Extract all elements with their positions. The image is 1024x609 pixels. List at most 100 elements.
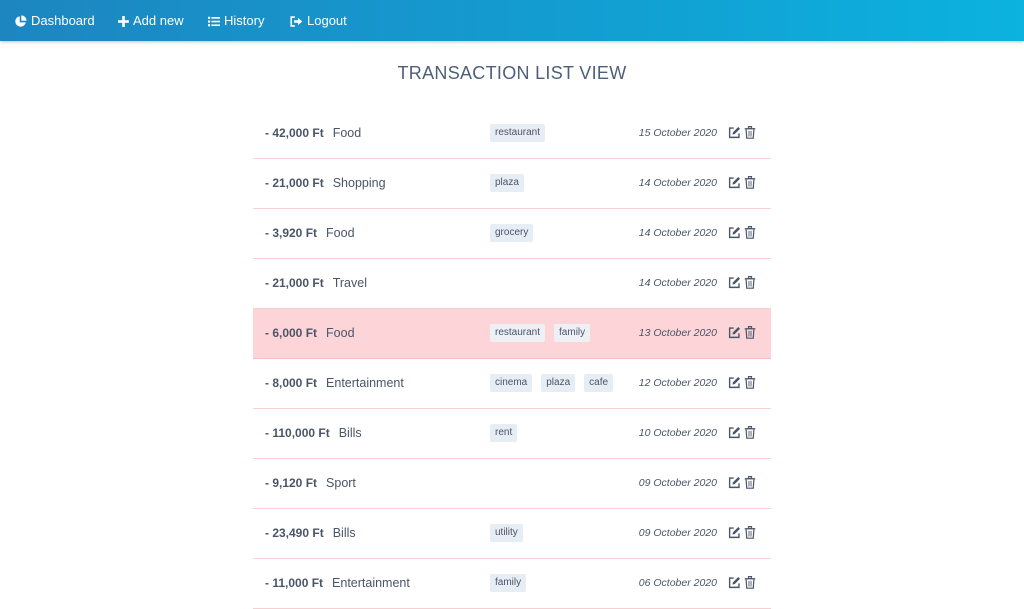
edit-button[interactable] bbox=[728, 226, 741, 244]
edit-button[interactable] bbox=[728, 576, 741, 594]
row-actions bbox=[728, 226, 756, 244]
nav-logout-label: Logout bbox=[307, 13, 347, 28]
trash-icon bbox=[744, 476, 756, 489]
trash-icon bbox=[744, 426, 756, 439]
transaction-amount-value: - 21,000 Ft bbox=[265, 176, 324, 190]
tag-badge[interactable]: cinema bbox=[490, 374, 533, 392]
transaction-row[interactable]: - 42,000 Ft Food restaurant 15 October 2020 bbox=[253, 109, 771, 159]
transaction-category: Bills bbox=[338, 426, 362, 440]
delete-button[interactable] bbox=[744, 526, 756, 544]
edit-icon bbox=[728, 476, 741, 489]
transaction-date: 09 October 2020 bbox=[638, 527, 717, 539]
trash-icon bbox=[744, 526, 756, 539]
row-actions bbox=[728, 126, 756, 144]
transaction-amount-value: - 110,000 Ft bbox=[265, 426, 330, 440]
transaction-amount-value: - 21,000 Ft bbox=[265, 276, 324, 290]
delete-button[interactable] bbox=[744, 376, 756, 394]
transaction-category: Food bbox=[326, 226, 355, 240]
transaction-date: 14 October 2020 bbox=[638, 227, 717, 239]
transaction-category: Entertainment bbox=[332, 576, 410, 590]
transaction-date: 09 October 2020 bbox=[638, 477, 717, 489]
transaction-category: Travel bbox=[332, 276, 367, 290]
edit-button[interactable] bbox=[728, 426, 741, 444]
delete-button[interactable] bbox=[744, 476, 756, 494]
transaction-row[interactable]: - 23,490 Ft Bills utility 09 October 2020 bbox=[253, 509, 771, 559]
edit-button[interactable] bbox=[728, 276, 741, 294]
trash-icon bbox=[744, 226, 756, 239]
transaction-amount: - 21,000 Ft Shopping bbox=[265, 176, 386, 190]
delete-button[interactable] bbox=[744, 126, 756, 144]
transaction-row[interactable]: - 21,000 Ft Shopping plaza 14 October 2020 bbox=[253, 159, 771, 209]
nav-add-new-label: Add new bbox=[133, 13, 184, 28]
nav-history-label: History bbox=[224, 13, 265, 28]
delete-button[interactable] bbox=[744, 576, 756, 594]
delete-button[interactable] bbox=[744, 276, 756, 294]
transaction-category: Food bbox=[326, 326, 355, 340]
nav-add-new-link[interactable]: Add new bbox=[118, 12, 184, 30]
transaction-row[interactable]: - 6,000 Ft Food restaurant family 13 October… bbox=[253, 309, 771, 359]
transaction-tags: restaurant bbox=[490, 124, 554, 142]
row-actions bbox=[728, 476, 756, 494]
edit-icon bbox=[728, 126, 741, 139]
edit-button[interactable] bbox=[728, 176, 741, 194]
transaction-amount: - 8,000 Ft Entertainment bbox=[265, 376, 404, 390]
edit-icon bbox=[728, 226, 741, 239]
row-actions bbox=[728, 176, 756, 194]
trash-icon bbox=[744, 326, 756, 339]
top-navbar: Dashboard Add new History Logout bbox=[0, 0, 1024, 41]
edit-button[interactable] bbox=[728, 376, 741, 394]
delete-button[interactable] bbox=[744, 176, 756, 194]
row-actions bbox=[728, 326, 756, 344]
transaction-row[interactable]: - 21,000 Ft Travel 14 October 2020 bbox=[253, 259, 771, 309]
trash-icon bbox=[744, 176, 756, 189]
tag-badge[interactable]: family bbox=[490, 574, 527, 592]
transaction-row[interactable]: - 8,000 Ft Entertainment cinema plaza cafe 12… bbox=[253, 359, 771, 409]
nav-dashboard-label: Dashboard bbox=[31, 13, 95, 28]
transaction-category: Bills bbox=[332, 526, 356, 540]
edit-button[interactable] bbox=[728, 476, 741, 494]
nav-logout-link[interactable]: Logout bbox=[290, 12, 347, 30]
transaction-tags: cinema plaza cafe bbox=[490, 374, 622, 392]
transaction-date: 14 October 2020 bbox=[638, 277, 717, 289]
edit-icon bbox=[728, 276, 741, 289]
tag-badge[interactable]: grocery bbox=[490, 224, 534, 242]
transaction-category: Sport bbox=[326, 476, 356, 490]
tag-badge[interactable]: restaurant bbox=[490, 324, 546, 342]
transaction-date: 12 October 2020 bbox=[638, 377, 717, 389]
edit-button[interactable] bbox=[728, 526, 741, 544]
nav-dashboard-link[interactable]: Dashboard bbox=[14, 12, 95, 30]
transaction-tags: plaza bbox=[490, 174, 533, 192]
transaction-row[interactable]: - 3,920 Ft Food grocery 14 October 2020 bbox=[253, 209, 771, 259]
row-actions bbox=[728, 426, 756, 444]
tag-badge[interactable]: restaurant bbox=[490, 124, 546, 142]
delete-button[interactable] bbox=[744, 326, 756, 344]
page-title: TRANSACTION LIST VIEW bbox=[397, 63, 627, 83]
transaction-row[interactable]: - 9,120 Ft Sport 09 October 2020 bbox=[253, 459, 771, 509]
transaction-amount: - 110,000 Ft Bills bbox=[265, 426, 362, 440]
tag-badge[interactable]: utility bbox=[490, 524, 523, 542]
edit-icon bbox=[728, 576, 741, 589]
nav-history-link[interactable]: History bbox=[208, 12, 264, 30]
transaction-row[interactable]: - 11,000 Ft Entertainment family 06 October… bbox=[253, 559, 771, 609]
trash-icon bbox=[744, 276, 756, 289]
tag-badge[interactable]: family bbox=[554, 324, 591, 342]
tag-badge[interactable]: plaza bbox=[490, 174, 524, 192]
edit-button[interactable] bbox=[728, 326, 741, 344]
transaction-amount: - 23,490 Ft Bills bbox=[265, 526, 356, 540]
tag-badge[interactable]: plaza bbox=[541, 374, 576, 392]
tag-badge[interactable]: rent bbox=[490, 424, 518, 442]
transaction-category: Shopping bbox=[332, 176, 386, 190]
transaction-date: 06 October 2020 bbox=[638, 577, 717, 589]
delete-button[interactable] bbox=[744, 426, 756, 444]
list-icon bbox=[208, 16, 220, 26]
tag-badge[interactable]: cafe bbox=[584, 374, 614, 392]
transaction-tags: utility bbox=[490, 524, 532, 542]
transaction-amount-value: - 11,000 Ft bbox=[265, 576, 324, 590]
transaction-tags: grocery bbox=[490, 224, 542, 242]
transaction-row[interactable]: - 110,000 Ft Bills rent 10 October 2020 bbox=[253, 409, 771, 459]
transaction-category: Entertainment bbox=[326, 376, 404, 390]
edit-button[interactable] bbox=[728, 126, 741, 144]
delete-button[interactable] bbox=[744, 226, 756, 244]
edit-icon bbox=[728, 176, 741, 189]
transaction-tags: family bbox=[490, 574, 535, 592]
